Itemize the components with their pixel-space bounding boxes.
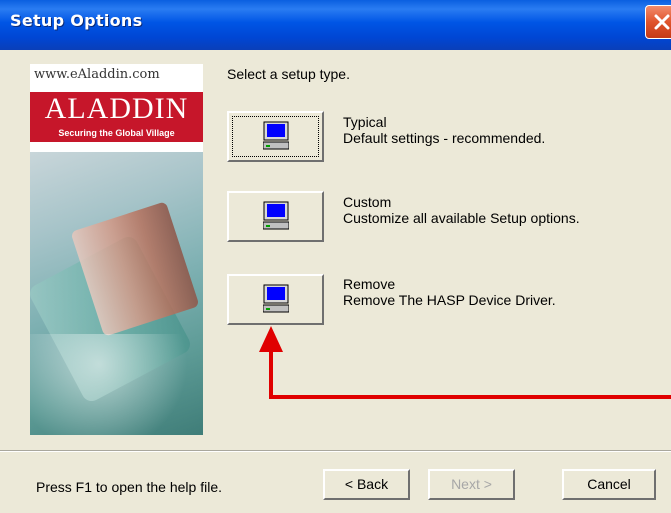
custom-label: Custom: [343, 194, 392, 210]
typical-label: Typical: [343, 114, 387, 130]
setup-type-prompt: Select a setup type.: [227, 66, 350, 82]
title-bar[interactable]: Setup Options: [0, 0, 671, 50]
custom-button[interactable]: [227, 191, 324, 242]
computer-icon: [263, 201, 289, 230]
footer-divider: [0, 450, 671, 452]
banner-tagline: Securing the Global Village: [30, 126, 203, 142]
annotation-arrow-line: [269, 395, 671, 399]
typical-button[interactable]: [227, 111, 324, 162]
aladdin-banner-image: www.eAladdin.com ALADDIN Securing the Gl…: [30, 64, 203, 435]
computer-icon: [263, 284, 289, 313]
back-button[interactable]: < Back: [323, 469, 410, 500]
cancel-button[interactable]: Cancel: [562, 469, 656, 500]
next-button[interactable]: Next >: [428, 469, 515, 500]
setup-options-dialog: Setup Options www.eAladdin.com ALADDIN S…: [0, 0, 671, 513]
remove-description: Remove The HASP Device Driver.: [343, 292, 556, 308]
banner-url: www.eAladdin.com: [34, 67, 160, 82]
aladdin-logo: ALADDIN: [30, 92, 203, 126]
remove-label: Remove: [343, 276, 396, 292]
window-title: Setup Options: [10, 11, 143, 30]
custom-description: Customize all available Setup options.: [343, 210, 580, 226]
computer-icon: [263, 121, 289, 150]
typical-description: Default settings - recommended.: [343, 130, 546, 146]
help-hint: Press F1 to open the help file.: [36, 479, 222, 495]
annotation-arrow-line: [269, 347, 273, 399]
close-icon: [654, 14, 670, 30]
close-button[interactable]: [645, 5, 671, 39]
remove-button[interactable]: [227, 274, 324, 325]
